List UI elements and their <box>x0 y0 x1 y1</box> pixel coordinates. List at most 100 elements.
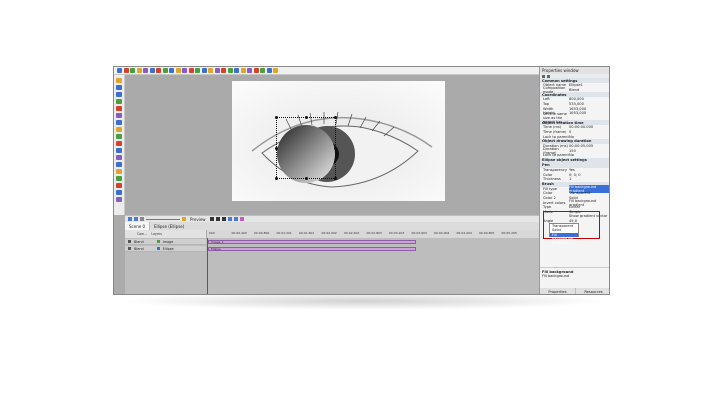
property-value[interactable]: 1 <box>569 177 609 181</box>
tool-icon[interactable] <box>116 99 122 104</box>
copy-icon[interactable] <box>143 68 148 73</box>
tool-icon[interactable] <box>116 85 122 90</box>
tool-icon[interactable] <box>116 169 122 174</box>
time-ruler[interactable]: 000 00:00.400 00:00.800 00:01.201 00:01.601 0… <box>206 230 539 238</box>
zoom-out-icon[interactable] <box>134 217 138 221</box>
fill-type-dropdown-list[interactable]: Transparent Solid Fill background gradient <box>549 223 579 245</box>
tool-icon[interactable] <box>116 141 122 146</box>
tab-resources[interactable]: Resources <box>576 288 609 294</box>
property-row[interactable]: Composition mode Blend <box>540 86 609 94</box>
category-icon[interactable] <box>547 74 550 78</box>
split-icon[interactable] <box>227 217 232 221</box>
property-row[interactable]: Type Linear <box>540 205 609 210</box>
tool-icon[interactable] <box>116 78 122 83</box>
property-row[interactable]: Time (frame) 0 <box>540 130 609 135</box>
property-value[interactable]: 535,000 <box>569 102 609 106</box>
resize-handle[interactable] <box>305 116 308 119</box>
new-icon[interactable] <box>214 68 220 73</box>
tool-icon[interactable] <box>116 120 122 125</box>
property-row[interactable]: Width 1653,000 <box>540 106 609 111</box>
property-row[interactable]: Duration (frame) 150 <box>540 147 609 155</box>
tool-icon[interactable] <box>116 197 122 202</box>
text-icon[interactable] <box>169 68 174 73</box>
paste-icon[interactable] <box>149 68 155 73</box>
property-value[interactable]: 1653,000 <box>569 107 609 111</box>
property-value[interactable]: 0 <box>569 130 609 134</box>
property-row[interactable]: Fill type Fill background gradient <box>540 184 609 193</box>
property-value[interactable]: Ellipse1 <box>569 83 609 87</box>
scene-canvas[interactable] <box>125 75 539 215</box>
tab-properties[interactable]: Properties <box>540 288 576 294</box>
property-value[interactable]: 00:00:00.000 <box>569 125 609 129</box>
property-value[interactable]: No <box>569 153 609 157</box>
dropdown-option[interactable]: Fill background gradient <box>550 232 578 245</box>
save-icon[interactable] <box>227 68 233 73</box>
image-icon[interactable] <box>175 68 181 73</box>
sort-icon[interactable] <box>542 74 545 78</box>
property-value[interactable]: 00:00:05.005 <box>569 144 609 148</box>
tool-icon[interactable] <box>116 134 122 139</box>
audio-icon[interactable] <box>188 68 194 73</box>
property-row[interactable]: Transparency Yes <box>540 168 609 173</box>
stop-icon[interactable] <box>221 217 226 221</box>
playhead[interactable] <box>207 238 208 294</box>
open-icon[interactable] <box>123 68 129 73</box>
align-icon[interactable] <box>233 217 238 221</box>
zoom-slider[interactable] <box>146 218 180 220</box>
track-row[interactable]: Blend Image Image_1 <box>125 239 539 245</box>
ellipse-selection-box[interactable] <box>275 116 337 180</box>
cut-icon[interactable] <box>136 68 142 73</box>
resize-handle[interactable] <box>305 177 308 180</box>
paste-icon[interactable] <box>247 68 252 73</box>
property-row[interactable]: Color Transparent <box>540 191 609 196</box>
tab-ellipse[interactable]: Ellipse (Ellipse) <box>150 222 188 230</box>
redo-icon[interactable] <box>162 68 168 73</box>
track-row[interactable]: Blend Ellipse Ellipse <box>125 246 539 252</box>
property-row[interactable]: Left 800,000 <box>540 97 609 102</box>
tool-icon[interactable] <box>116 113 122 118</box>
resize-handle[interactable] <box>275 177 278 180</box>
property-value[interactable]: Linear <box>569 205 609 209</box>
chart-icon[interactable] <box>201 68 207 73</box>
property-value[interactable]: 0; 0; 0 <box>569 173 609 177</box>
property-row[interactable]: Lock to parent No <box>540 134 609 139</box>
play-icon[interactable] <box>209 217 214 221</box>
resize-handle[interactable] <box>334 177 337 180</box>
resize-handle[interactable] <box>334 116 337 119</box>
tool-icon[interactable] <box>116 183 122 188</box>
property-row[interactable]: Time (ms) 00:00:00.000 <box>540 125 609 130</box>
cut-icon[interactable] <box>234 68 239 73</box>
tool-icon[interactable] <box>116 190 122 195</box>
property-row[interactable]: Top 535,000 <box>540 102 609 107</box>
export-icon[interactable] <box>208 68 213 73</box>
tool-icon[interactable] <box>116 127 122 132</box>
tool-icon[interactable] <box>116 106 122 111</box>
property-value[interactable]: 800,000 <box>569 97 609 101</box>
property-value[interactable]: No <box>569 135 609 139</box>
save-icon[interactable] <box>130 68 135 73</box>
property-value[interactable]: Yes <box>569 168 609 172</box>
image-icon[interactable] <box>273 68 278 73</box>
preview-button[interactable]: Preview <box>188 217 208 222</box>
preview-icon[interactable] <box>182 217 186 221</box>
marker-icon[interactable] <box>239 217 244 221</box>
resize-handle[interactable] <box>334 147 337 150</box>
redo-icon[interactable] <box>260 68 265 73</box>
timeline-clip[interactable]: Ellipse <box>208 247 416 251</box>
undo-icon[interactable] <box>156 68 161 73</box>
new-icon[interactable] <box>117 68 122 73</box>
property-row[interactable]: Color 0; 0; 0 <box>540 172 609 177</box>
eye-icon[interactable] <box>128 240 131 243</box>
video-icon[interactable] <box>182 68 187 73</box>
resize-handle[interactable] <box>275 147 278 150</box>
eye-icon[interactable] <box>128 247 131 250</box>
tool-icon[interactable] <box>116 148 122 153</box>
open-icon[interactable] <box>221 68 226 73</box>
timeline-clip[interactable]: Image_1 <box>208 240 416 244</box>
property-value[interactable]: Transparent <box>569 191 609 195</box>
copy-icon[interactable] <box>240 68 246 73</box>
text-icon[interactable] <box>266 68 272 73</box>
property-value[interactable]: 150 <box>569 149 609 153</box>
tool-icon[interactable] <box>116 176 122 181</box>
property-value[interactable]: 1653,000 <box>569 111 609 115</box>
